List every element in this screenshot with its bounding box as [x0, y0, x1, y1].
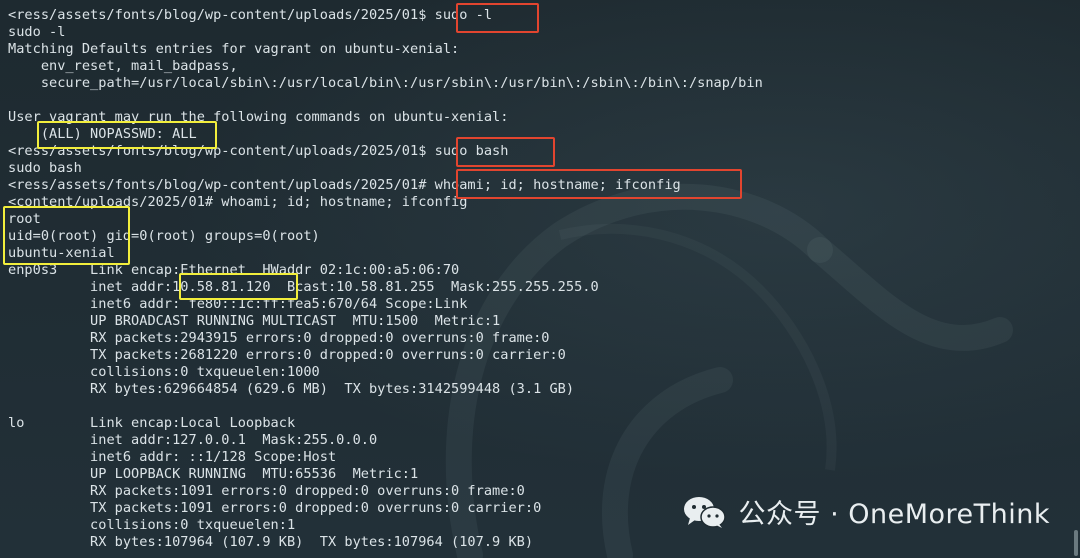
terminal-line: enp0s3 Link encap:Ethernet HWaddr 02:1c:… — [8, 262, 460, 278]
highlight-sudo-l-command — [456, 3, 539, 33]
terminal-line: inet6 addr: fe80::1c:ff:fea5:670/64 Scop… — [8, 296, 468, 312]
scrollbar-thumb[interactable] — [1074, 530, 1078, 556]
terminal-line: UP BROADCAST RUNNING MULTICAST MTU:1500 … — [8, 313, 501, 329]
terminal-line: TX packets:2681220 errors:0 dropped:0 ov… — [8, 347, 566, 363]
highlight-ip-address — [179, 273, 298, 300]
highlight-sudo-bash-command — [456, 137, 555, 167]
watermark-brand: 公众号 · OneMoreThink — [682, 492, 1050, 531]
highlight-whoami-command — [456, 169, 742, 199]
terminal-line: RX packets:2943915 errors:0 dropped:0 ov… — [8, 330, 550, 346]
terminal-line: inet addr:127.0.0.1 Mask:255.0.0.0 — [8, 432, 378, 448]
highlight-nopasswd-all — [37, 121, 217, 149]
terminal-line: root — [8, 211, 41, 227]
terminal-line: inet addr:10.58.81.120 Bcast:10.58.81.25… — [8, 279, 599, 295]
terminal-line: env_reset, mail_badpass, — [8, 58, 238, 74]
wechat-icon — [684, 496, 727, 528]
terminal-line: ubuntu-xenial — [8, 245, 115, 261]
terminal-line: UP LOOPBACK RUNNING MTU:65536 Metric:1 — [8, 466, 419, 482]
terminal-line: RX bytes:629664854 (629.6 MB) TX bytes:3… — [8, 381, 575, 397]
highlight-root-identity — [3, 206, 130, 265]
terminal-line: sudo -l — [8, 24, 66, 40]
terminal-line: lo Link encap:Local Loopback — [8, 415, 296, 431]
terminal-line: inet6 addr: ::1/128 Scope:Host — [8, 449, 337, 465]
watermark-text: 公众号 · OneMoreThink — [738, 499, 1050, 530]
terminal-line: collisions:0 txqueuelen:1000 — [8, 364, 320, 380]
terminal-line: <ress/assets/fonts/blog/wp-content/uploa… — [8, 7, 493, 23]
terminal-line: secure_path=/usr/local/sbin\:/usr/local/… — [8, 75, 763, 91]
terminal-output[interactable]: <ress/assets/fonts/blog/wp-content/uploa… — [8, 7, 1072, 551]
terminal-line: RX bytes:107964 (107.9 KB) TX bytes:1079… — [8, 534, 534, 550]
terminal-line: Matching Defaults entries for vagrant on… — [8, 41, 460, 57]
terminal-line: uid=0(root) gid=0(root) groups=0(root) — [8, 228, 320, 244]
